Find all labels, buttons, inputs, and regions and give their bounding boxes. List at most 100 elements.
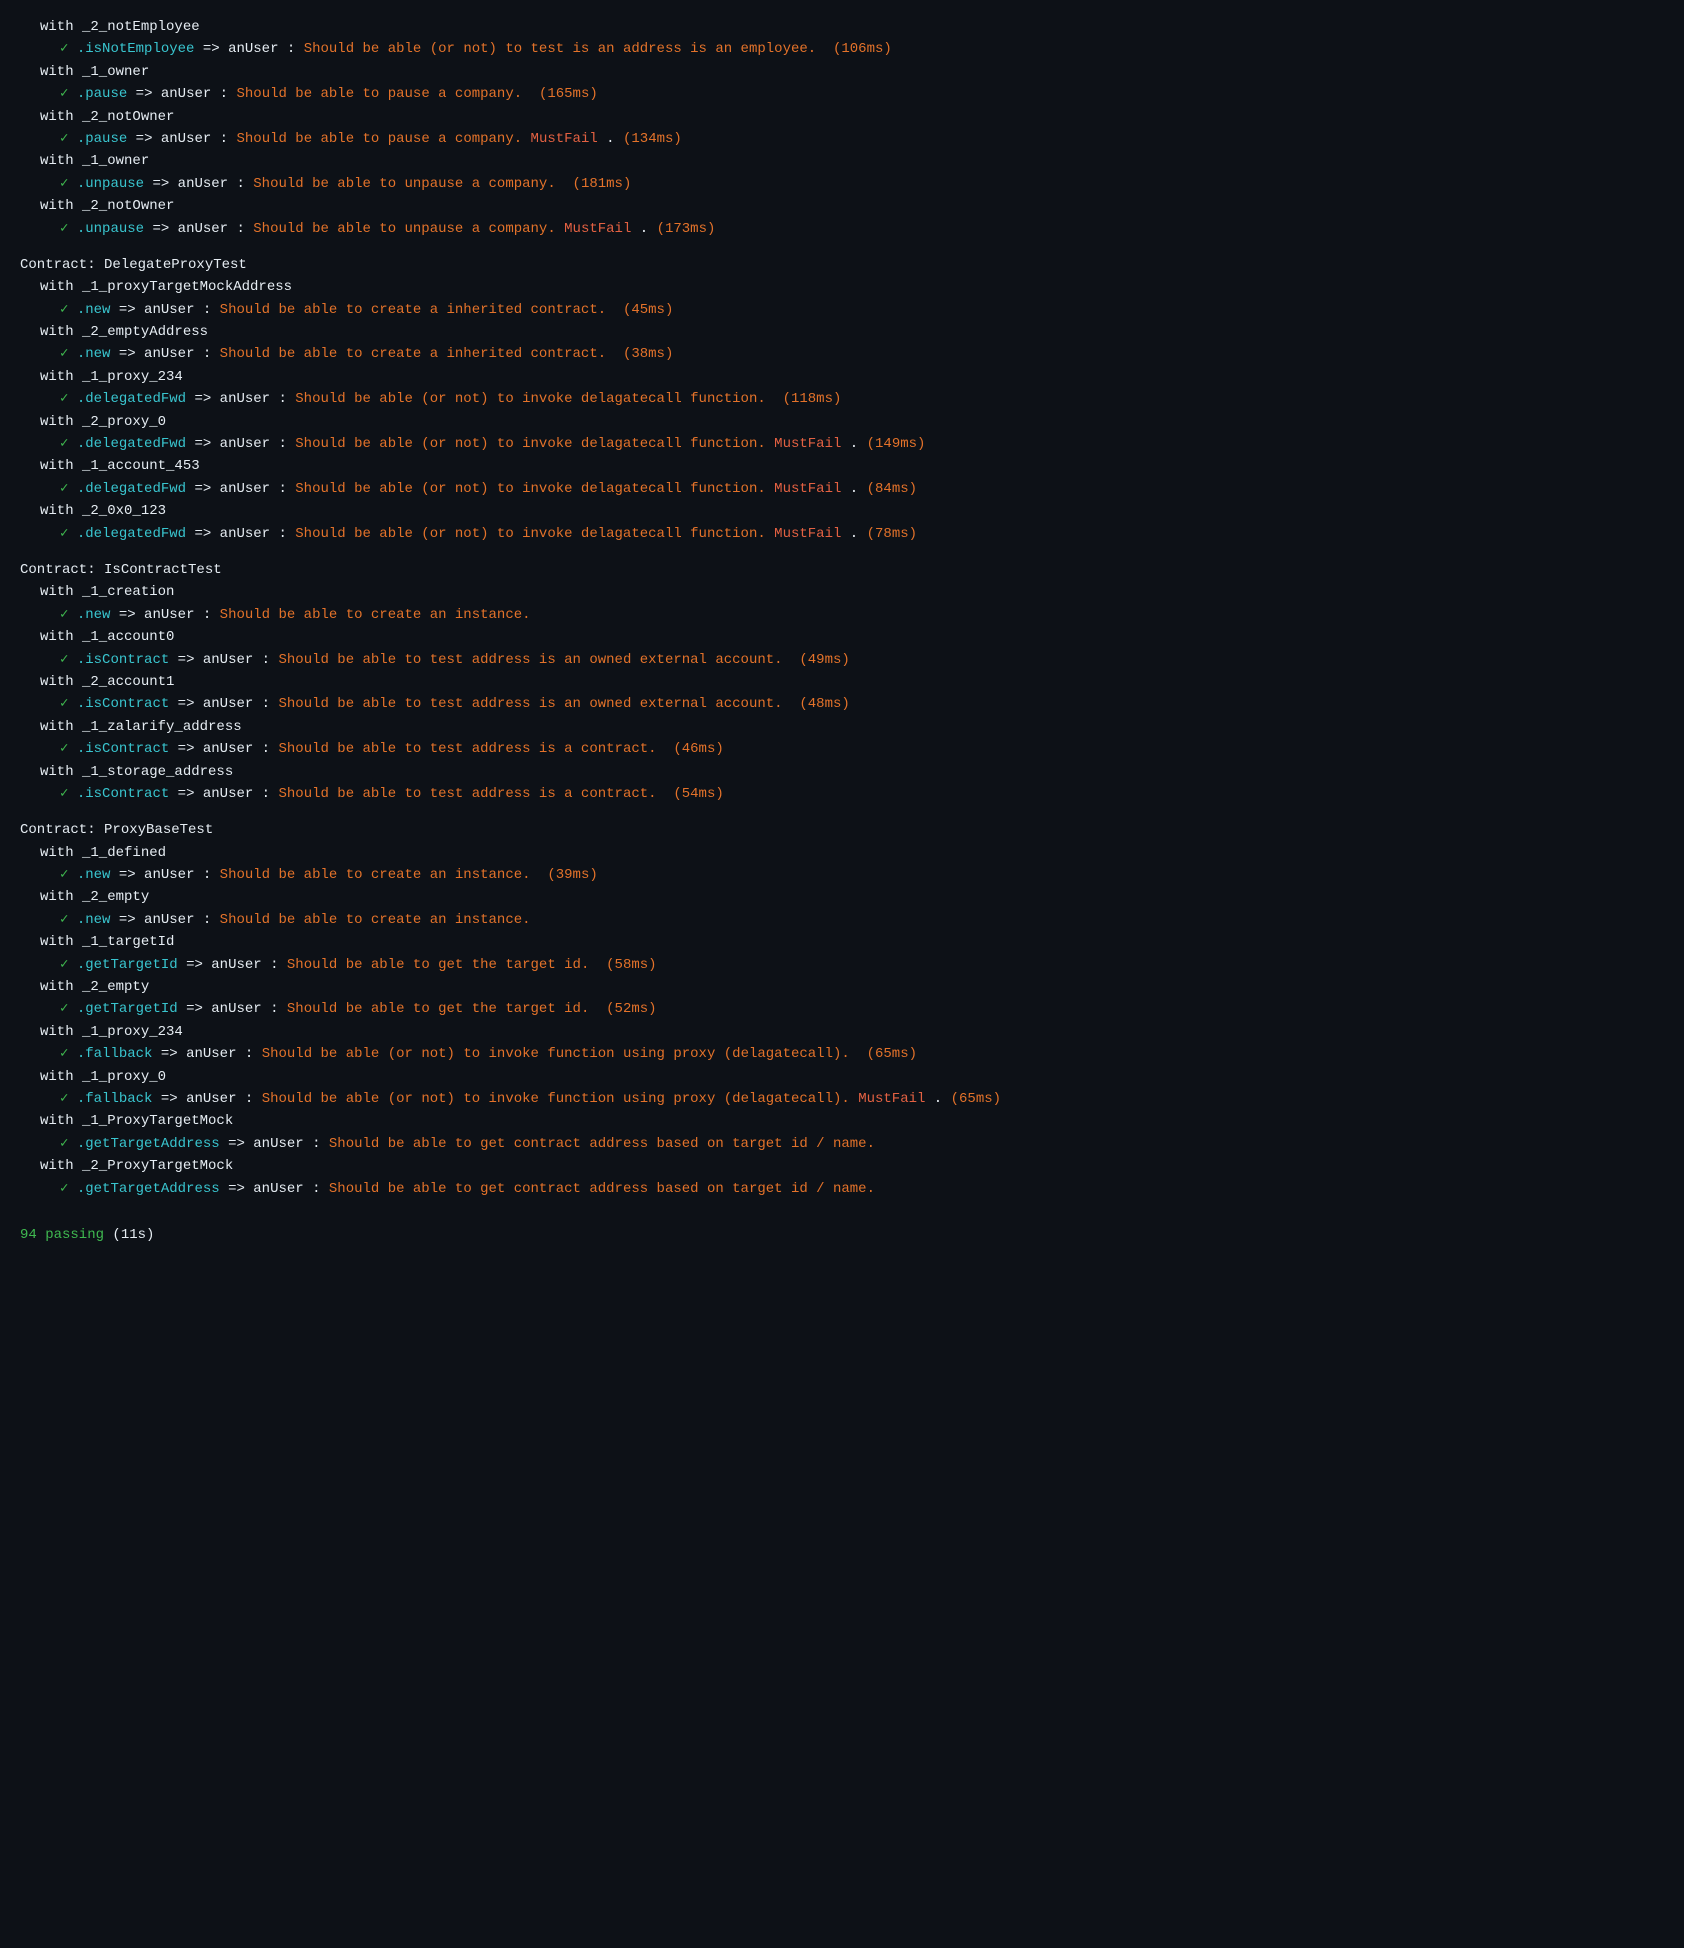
text-segment: Should be able to create a inherited con… [220,302,606,318]
line-9: ✓ .unpause => anUser : Should be able to… [20,218,1664,240]
text-segment: .unpause [77,176,144,192]
text-segment: (11s) [104,1227,154,1243]
text-segment: ✓ [60,391,77,407]
text-segment: (52ms) [589,1001,656,1017]
line-8: with _2_notOwner [20,195,1664,217]
text-segment: with _1_ProxyTargetMock [40,1113,233,1129]
text-segment: Should be able to get contract address b… [329,1181,875,1197]
text-segment: Should be able to get the target id. [287,957,589,973]
text-segment: . [841,526,866,542]
text-segment: => anUser : [186,526,295,542]
line-4: with _2_notOwner [20,106,1664,128]
line-27: ✓ .new => anUser : Should be able to cre… [20,604,1664,626]
text-segment: => anUser : [144,176,253,192]
text-segment: ✓ [60,436,77,452]
text-segment: ✓ [60,86,77,102]
text-segment: .isContract [77,786,169,802]
text-segment: with _1_owner [40,153,149,169]
text-segment: ✓ [60,1091,77,1107]
line-53: ✓ .getTargetAddress => anUser : Should b… [20,1178,1664,1200]
line-18: with _2_proxy_0 [20,411,1664,433]
text-segment: ✓ [60,1181,77,1197]
text-segment: .delegatedFwd [77,436,186,452]
text-segment: ✓ [60,1001,77,1017]
text-segment: with _2_empty [40,889,149,905]
text-segment: . [598,131,623,147]
line-1: ✓ .isNotEmployee => anUser : Should be a… [20,38,1664,60]
line-2: with _1_owner [20,61,1664,83]
text-segment: => anUser : [220,1136,329,1152]
text-segment: Should be able to get contract address b… [329,1136,875,1152]
text-segment: (173ms) [657,221,716,237]
line-28: with _1_account0 [20,626,1664,648]
text-segment: ✓ [60,1136,77,1152]
text-segment: .getTargetAddress [77,1181,220,1197]
line-35: ✓ .isContract => anUser : Should be able… [20,783,1664,805]
text-segment: => anUser : [127,131,236,147]
text-segment: ✓ [60,221,77,237]
text-segment: => anUser : [186,391,295,407]
line-21: ✓ .delegatedFwd => anUser : Should be ab… [20,478,1664,500]
text-segment: ✓ [60,1046,77,1062]
text-segment: .new [77,302,111,318]
text-segment: (106ms) [816,41,892,57]
line-41: ✓ .new => anUser : Should be able to cre… [20,909,1664,931]
text-segment: .isContract [77,652,169,668]
text-segment: MustFail [564,221,631,237]
text-segment: Should be able to test address is an own… [278,696,782,712]
text-segment: Should be able (or not) to invoke delaga… [295,391,765,407]
text-segment: .new [77,867,111,883]
text-segment: with _1_proxy_234 [40,369,183,385]
text-segment: => anUser : [169,652,278,668]
line-17: ✓ .delegatedFwd => anUser : Should be ab… [20,388,1664,410]
text-segment: with _1_storage_address [40,764,233,780]
text-segment: with _1_targetId [40,934,174,950]
text-segment: ✓ [60,526,77,542]
line-30: with _2_account1 [20,671,1664,693]
text-segment: .getTargetId [77,957,178,973]
text-segment: => anUser : [110,302,219,318]
text-segment: ✓ [60,912,77,928]
text-segment: with _1_defined [40,845,166,861]
line-40: with _2_empty [20,886,1664,908]
text-segment: .delegatedFwd [77,391,186,407]
text-segment: .isContract [77,741,169,757]
text-segment: with _1_account_453 [40,458,200,474]
text-segment: .fallback [77,1046,153,1062]
line-47: ✓ .fallback => anUser : Should be able (… [20,1043,1664,1065]
line-51: ✓ .getTargetAddress => anUser : Should b… [20,1133,1664,1155]
line-16: with _1_proxy_234 [20,366,1664,388]
line-32: with _1_zalarify_address [20,716,1664,738]
text-segment: with _2_proxy_0 [40,414,166,430]
text-segment: .pause [77,86,127,102]
text-segment: Should be able (or not) to test is an ad… [304,41,816,57]
text-segment: => anUser : [178,1001,287,1017]
line-12: with _1_proxyTargetMockAddress [20,276,1664,298]
text-segment: (165ms) [522,86,598,102]
text-segment: .getTargetAddress [77,1136,220,1152]
line-14: with _2_emptyAddress [20,321,1664,343]
text-segment: Should be able to unpause a company. [253,176,555,192]
text-segment: ✓ [60,131,77,147]
text-segment: .new [77,346,111,362]
text-segment: => anUser : [169,786,278,802]
text-segment: => anUser : [194,41,303,57]
text-segment: with _1_zalarify_address [40,719,242,735]
line-25: Contract: IsContractTest [20,559,1664,581]
text-segment: (149ms) [867,436,926,452]
line-33: ✓ .isContract => anUser : Should be able… [20,738,1664,760]
text-segment: ✓ [60,696,77,712]
text-segment: Should be able to create an instance. [220,607,531,623]
line-31: ✓ .isContract => anUser : Should be able… [20,693,1664,715]
text-segment: .delegatedFwd [77,526,186,542]
text-segment: ✓ [60,741,77,757]
text-segment: ✓ [60,302,77,318]
line-46: with _1_proxy_234 [20,1021,1664,1043]
text-segment: .new [77,607,111,623]
line-15: ✓ .new => anUser : Should be able to cre… [20,343,1664,365]
line-11: Contract: DelegateProxyTest [20,254,1664,276]
line-0: with _2_notEmployee [20,16,1664,38]
text-segment: MustFail [774,481,841,497]
text-segment: with _1_creation [40,584,174,600]
line-19: ✓ .delegatedFwd => anUser : Should be ab… [20,433,1664,455]
